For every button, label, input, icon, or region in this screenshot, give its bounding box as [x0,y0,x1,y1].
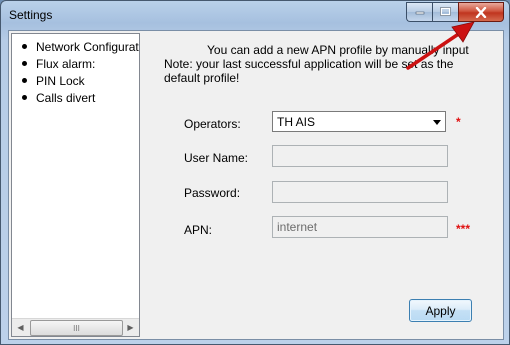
sidebar-item-label: Flux alarm: [36,56,96,71]
operators-dropdown[interactable]: TH AIS [272,111,446,132]
password-input[interactable] [273,182,437,201]
operators-selected-value: TH AIS [277,115,316,129]
scroll-right-icon: ▶ [127,323,134,332]
password-field[interactable] [272,181,448,203]
close-button[interactable] [458,2,504,22]
bullet-icon [22,95,27,100]
sidebar-item-label: Network Configurati [36,39,140,54]
maximize-icon [440,7,451,16]
window-title: Settings [9,8,53,22]
minimize-button[interactable] [406,2,432,22]
apply-button[interactable]: Apply [409,299,472,322]
sidebar-item-network-configuration[interactable]: Network Configurati [22,38,140,55]
operators-label: Operators: [184,117,241,131]
scroll-right-button[interactable]: ▶ [122,319,139,336]
apn-input[interactable] [273,217,437,236]
settings-navigation-tree[interactable]: Network Configurati Flux alarm: PIN Lock… [11,33,140,337]
dropdown-arrow-icon [433,120,441,125]
scroll-thumb[interactable]: III [30,320,123,336]
minimize-icon [415,11,424,15]
username-input[interactable] [273,146,437,165]
grip-icon: III [73,323,80,333]
operators-required-marker: * [456,115,461,129]
settings-window: Settings Network Configurati Flux alarm: [0,0,510,345]
username-field[interactable] [272,145,448,167]
password-label: Password: [184,186,241,200]
scroll-left-icon: ◀ [17,323,24,332]
sidebar-item-label: Calls divert [36,90,96,105]
caption-buttons [406,2,504,22]
apn-label: APN: [184,223,213,237]
horizontal-scrollbar[interactable]: ◀ III ▶ [12,318,139,336]
sidebar-item-calls-divert[interactable]: Calls divert [22,89,95,106]
info-line-2: Note: your last successful application w… [164,57,454,71]
scroll-left-button[interactable]: ◀ [12,319,29,336]
info-line-1: You can add a new APN profile by manuall… [207,43,469,57]
info-line-3: default profile! [164,71,240,85]
bullet-icon [22,78,27,83]
bullet-icon [22,61,27,66]
close-icon [475,6,487,18]
apn-field[interactable] [272,216,448,238]
username-label: User Name: [184,151,249,165]
settings-client-area: Network Configurati Flux alarm: PIN Lock… [8,30,504,340]
sidebar-item-flux-alarm[interactable]: Flux alarm: [22,55,95,72]
title-bar[interactable]: Settings [1,1,509,29]
bullet-icon [22,44,27,49]
info-message: You can add a new APN profile by manuall… [149,43,479,85]
maximize-button[interactable] [432,2,458,22]
sidebar-item-pin-lock[interactable]: PIN Lock [22,72,85,89]
sidebar-item-label: PIN Lock [36,73,85,88]
apn-required-marker: *** [456,222,471,236]
